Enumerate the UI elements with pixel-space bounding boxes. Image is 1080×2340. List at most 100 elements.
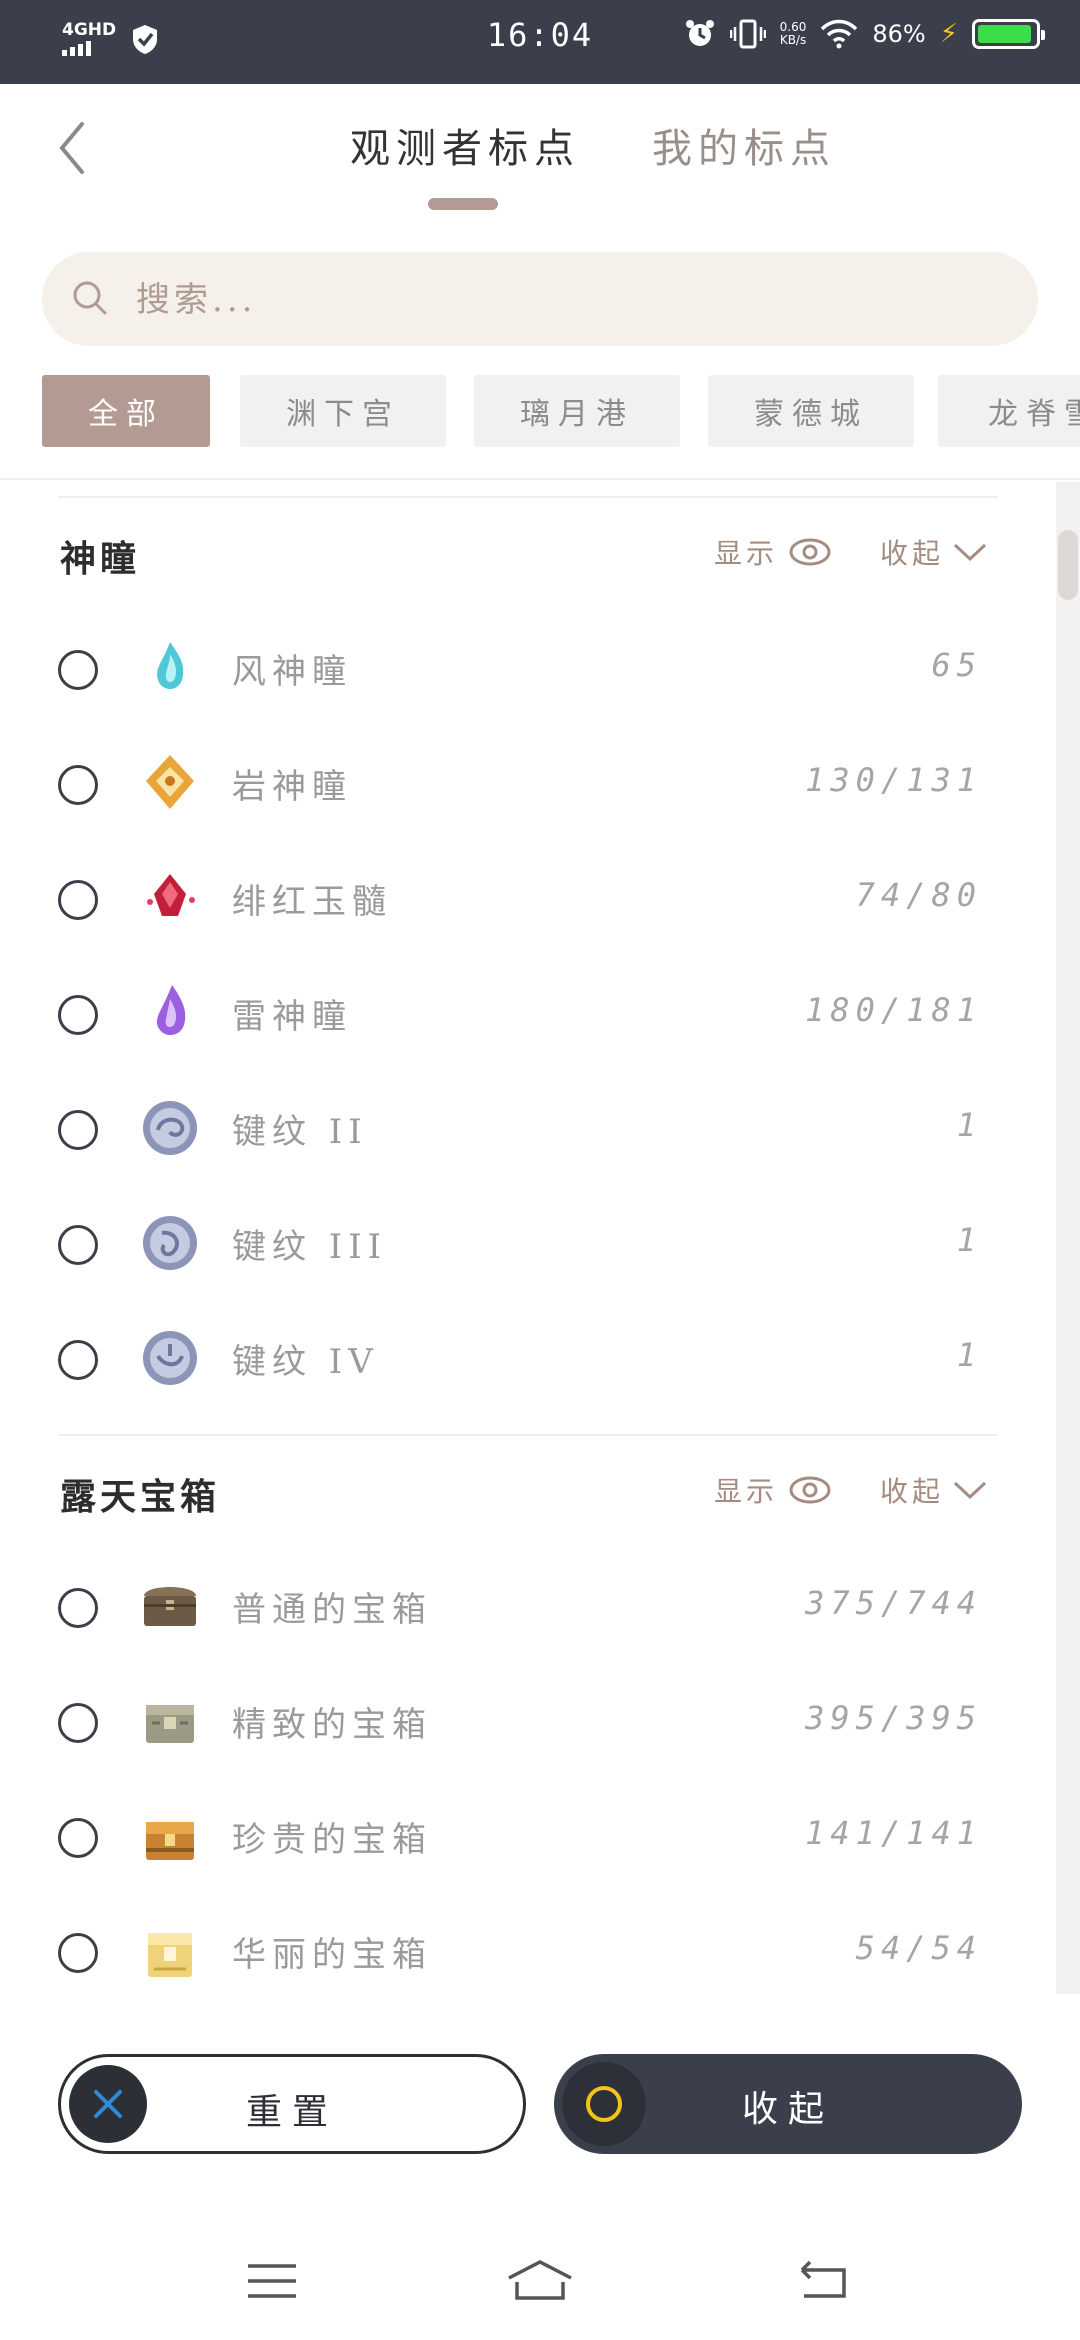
home-icon[interactable] [505, 2256, 575, 2306]
list-item[interactable]: 岩神瞳 130/131 [0, 737, 1050, 837]
item-radio[interactable] [58, 1110, 98, 1150]
list-item[interactable]: 键纹 IV 1 [0, 1312, 1050, 1412]
vibrate-icon [729, 19, 766, 49]
list-item[interactable]: 键纹 II 1 [0, 1082, 1050, 1182]
item-radio[interactable] [58, 765, 98, 805]
tab-my-markers[interactable]: 我的标点 [652, 116, 836, 174]
show-label: 显示 [714, 1475, 779, 1508]
region-filter-bar: 全部 渊下宫 璃月港 蒙德城 龙脊雪山 [42, 375, 1080, 447]
section-show-toggle[interactable]: 显示 [714, 532, 832, 572]
item-radio[interactable] [58, 1818, 98, 1858]
item-radio[interactable] [58, 1703, 98, 1743]
electroculus-icon [156, 985, 186, 1036]
status-bar: 4GHD 16:04 0.60 KB/s 86% ⚡ [0, 0, 1080, 84]
item-radio[interactable] [58, 1933, 98, 1973]
item-label: 绯红玉髓 [232, 882, 392, 922]
key-sigil-icon [143, 1216, 197, 1270]
item-count: 395/395 [805, 1699, 982, 1737]
item-radio[interactable] [58, 1225, 98, 1265]
item-radio[interactable] [58, 1588, 98, 1628]
common-chest-icon [144, 1587, 196, 1626]
filter-chip-dragonspine[interactable]: 龙脊雪山 [938, 375, 1080, 447]
item-label: 键纹 III [232, 1227, 388, 1267]
status-right: 0.60 KB/s 86% ⚡ [684, 18, 1045, 50]
list-item[interactable]: 普通的宝箱 375/744 [0, 1560, 1050, 1660]
item-label: 珍贵的宝箱 [232, 1820, 432, 1860]
list-item[interactable]: 键纹 III 1 [0, 1197, 1050, 1297]
filter-chip-all[interactable]: 全部 [42, 375, 210, 447]
show-label: 显示 [714, 537, 779, 570]
item-label: 岩神瞳 [232, 767, 352, 807]
menu-icon[interactable] [242, 2256, 302, 2306]
reset-button[interactable]: 重置 [58, 2054, 526, 2154]
section-show-toggle[interactable]: 显示 [714, 1470, 832, 1510]
network-speed: 0.60 KB/s [780, 21, 807, 47]
marker-list[interactable]: 神瞳 显示 收起 风神瞳 65 岩神瞳 130/131 绯红玉髓 74/80 雷… [0, 482, 1080, 1994]
filter-chip-mondstadt[interactable]: 蒙德城 [708, 375, 914, 447]
list-item[interactable]: 珍贵的宝箱 141/141 [0, 1790, 1050, 1890]
item-label: 键纹 IV [232, 1342, 379, 1382]
section-divider [58, 496, 998, 498]
scrollbar-thumb[interactable] [1058, 530, 1078, 600]
eye-icon [789, 1476, 831, 1504]
alarm-icon [685, 20, 714, 46]
filter-chip-enkanomiya[interactable]: 渊下宫 [240, 375, 446, 447]
list-item[interactable]: 精致的宝箱 395/395 [0, 1675, 1050, 1775]
item-label: 雷神瞳 [232, 997, 352, 1037]
item-count: 54/54 [855, 1929, 982, 1967]
precious-chest-icon [146, 1822, 194, 1860]
list-item[interactable]: 风神瞳 65 [0, 622, 1050, 722]
item-label: 华丽的宝箱 [232, 1935, 432, 1975]
back-icon[interactable] [794, 2256, 854, 2306]
search-bar[interactable] [42, 252, 1038, 346]
list-item[interactable]: 华丽的宝箱 54/54 [0, 1905, 1050, 1994]
battery-fill [978, 25, 1032, 43]
speed-unit: KB/s [779, 33, 807, 47]
item-count: 180/181 [805, 991, 982, 1029]
battery-percent: 86% [872, 20, 926, 48]
geoculus-icon [146, 755, 194, 809]
system-nav-bar [0, 2200, 1080, 2340]
item-radio[interactable] [58, 1340, 98, 1380]
item-count: 65 [931, 646, 982, 684]
item-label: 精致的宝箱 [232, 1705, 432, 1745]
section-title-oculi: 神瞳 [60, 538, 141, 580]
back-arrow-icon[interactable] [52, 118, 92, 178]
item-count: 1 [956, 1221, 982, 1259]
luxurious-chest-icon [148, 1933, 192, 1977]
item-label: 键纹 II [232, 1112, 368, 1152]
item-count: 74/80 [855, 876, 982, 914]
search-input[interactable] [134, 272, 938, 328]
item-count: 1 [956, 1336, 982, 1374]
item-radio[interactable] [58, 880, 98, 920]
list-item[interactable]: 绯红玉髓 74/80 [0, 852, 1050, 952]
reset-label: 重置 [245, 2092, 338, 2133]
collapse-label: 收起 [880, 1475, 945, 1508]
item-count: 375/744 [805, 1584, 982, 1622]
battery-icon [972, 19, 1045, 49]
tab-observer-markers[interactable]: 观测者标点 [350, 116, 580, 174]
chevron-down-icon [953, 1481, 987, 1500]
item-count: 130/131 [805, 761, 982, 799]
item-label: 普通的宝箱 [232, 1590, 432, 1630]
section-collapse-toggle[interactable]: 收起 [880, 532, 988, 572]
item-count: 141/141 [805, 1814, 982, 1852]
item-count: 1 [956, 1106, 982, 1144]
collapse-label: 收起 [880, 537, 945, 570]
collapse-button[interactable]: 收起 [554, 2054, 1022, 2154]
charging-icon: ⚡ [939, 19, 958, 49]
section-divider [58, 1434, 998, 1436]
section-collapse-toggle[interactable]: 收起 [880, 1470, 988, 1510]
key-sigil-icon [143, 1331, 197, 1385]
collapse-label: 收起 [741, 2089, 834, 2130]
anemoculus-icon [157, 642, 184, 689]
filter-chip-liyue-harbor[interactable]: 璃月港 [474, 375, 680, 447]
item-radio[interactable] [58, 650, 98, 690]
scrollbar[interactable] [1056, 482, 1080, 1994]
active-tab-indicator [428, 198, 498, 210]
list-item[interactable]: 雷神瞳 180/181 [0, 967, 1050, 1067]
chevron-down-icon [953, 543, 987, 562]
search-icon [73, 281, 107, 315]
divider [0, 478, 1080, 480]
item-radio[interactable] [58, 995, 98, 1035]
